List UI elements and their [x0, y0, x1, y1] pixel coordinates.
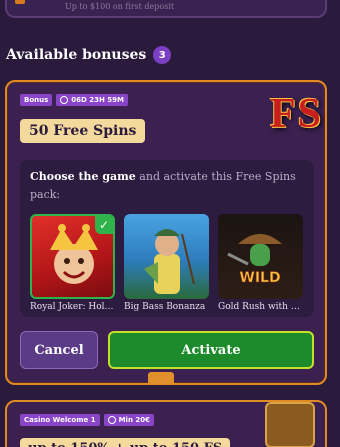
min-deposit-text: Min 20€	[118, 416, 150, 424]
game-option-royal-joker[interactable]: ✓ Royal Joker: Hold and Win	[30, 214, 115, 312]
deposit-icon	[107, 416, 116, 424]
clock-icon	[60, 96, 69, 104]
previous-bonus-card: Up to $100 on first deposit	[5, 0, 327, 18]
previous-bonus-text: Up to $100 on first deposit	[65, 2, 175, 11]
svg-text:WILD: WILD	[239, 270, 280, 286]
instruction-text: Choose the game and activate this Free S…	[30, 168, 310, 204]
cancel-button[interactable]: Cancel	[20, 331, 98, 369]
money-bag-icon	[15, 0, 25, 4]
game-list: ✓ Royal Joker: Hold and Win Big Bass Bon…	[30, 214, 303, 312]
available-bonuses-header: Available bonuses 3	[6, 46, 172, 64]
crown-icon	[148, 372, 174, 384]
fisherman-art-icon	[144, 229, 195, 294]
selected-check-icon: ✓	[95, 216, 113, 234]
casino-welcome-bonus-card: Casino Welcome 1 Min 20€ up to 150% + up…	[5, 400, 327, 447]
free-spins-logo: FS	[269, 91, 323, 137]
instruction-bold: Choose the game	[30, 170, 136, 183]
bonus-type-tag: Bonus	[20, 94, 53, 106]
game-option-big-bass[interactable]: Big Bass Bonanza	[124, 214, 209, 312]
bonus-count-badge: 3	[153, 46, 172, 64]
game-thumbnail[interactable]: WILD	[218, 214, 303, 299]
game-selection-panel: Choose the game and activate this Free S…	[20, 160, 314, 317]
game-name: Gold Rush with Johnny Cash	[218, 302, 303, 312]
bonus-tags: Bonus 06D 23H 59M	[20, 94, 129, 106]
timer-tag: 06D 23H 59M	[56, 94, 129, 106]
game-option-gold-rush[interactable]: WILD Gold Rush with Johnny Cash	[218, 214, 303, 312]
bonus-type-tag: Casino Welcome 1	[20, 414, 100, 426]
timer-text: 06D 23H 59M	[71, 96, 125, 104]
section-title: Available bonuses	[6, 47, 147, 63]
bonus-title: up to 150% + up to 150 FS	[20, 438, 231, 447]
bonus-title: 50 Free Spins	[20, 119, 146, 143]
min-deposit-tag: Min 20€	[103, 414, 154, 426]
activate-button[interactable]: Activate	[108, 331, 314, 369]
game-thumbnail[interactable]	[124, 214, 209, 299]
game-name: Big Bass Bonanza	[124, 302, 206, 312]
bonus-tags: Casino Welcome 1 Min 20€	[20, 414, 154, 426]
game-thumbnail[interactable]: ✓	[30, 214, 115, 299]
treasure-chest-icon	[265, 402, 315, 447]
wild-art-icon: WILD	[227, 234, 282, 286]
game-name: Royal Joker: Hold and Win	[30, 302, 115, 312]
free-spins-bonus-card: Bonus 06D 23H 59M 50 Free Spins FS Choos…	[5, 80, 327, 385]
